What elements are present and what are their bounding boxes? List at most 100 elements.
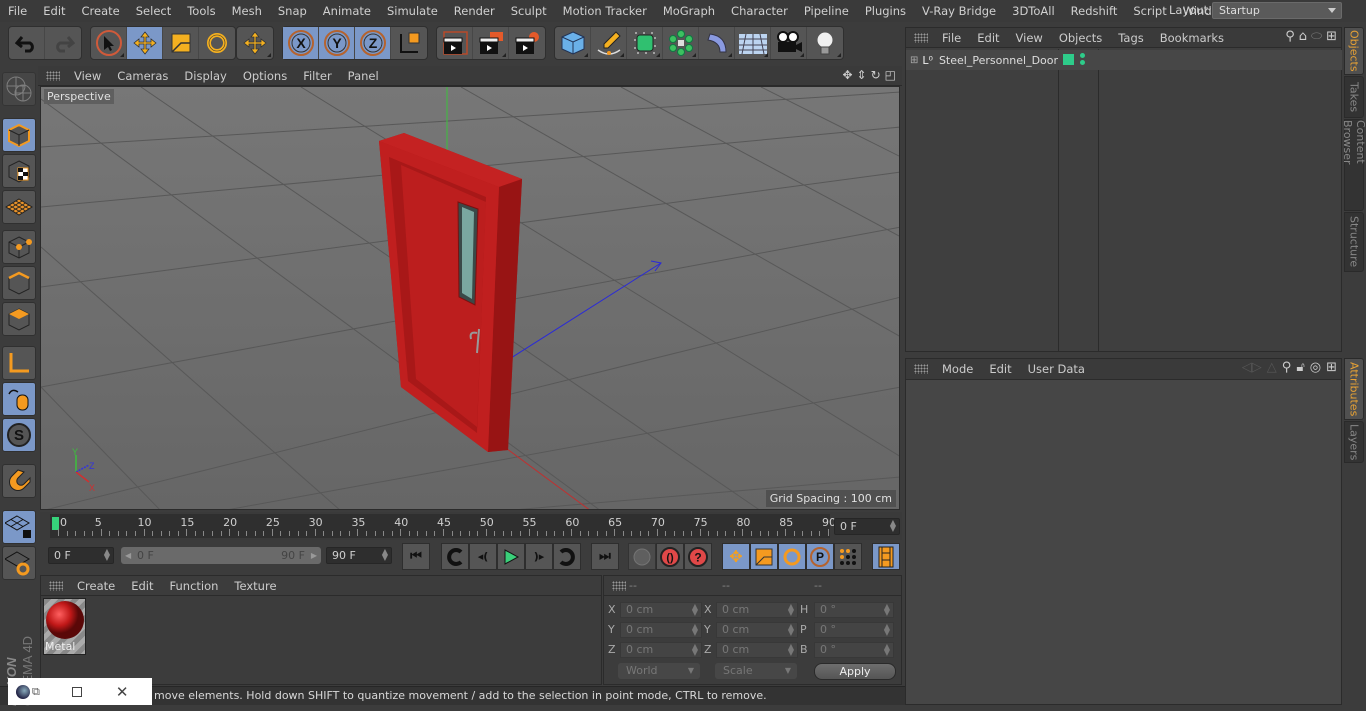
add-cube-button[interactable] (555, 27, 591, 59)
coord-field-position-z[interactable]: 0 cm ▲ ▼ (620, 642, 702, 658)
timeline-ruler[interactable]: 0 5 10 15 20 25 30 35 40 45 50 55 60 65 70 75 80 85 90 0 F… (40, 512, 902, 540)
menu-simulate[interactable]: Simulate (379, 4, 446, 18)
scale-tool-button[interactable] (163, 27, 199, 59)
coord-field-position-x[interactable]: 0 cm ▲ ▼ (620, 602, 702, 618)
menu-mograph[interactable]: MoGraph (655, 4, 723, 18)
move-tool-button[interactable] (127, 27, 163, 59)
menu-mesh[interactable]: Mesh (224, 4, 270, 18)
previous-frame-button[interactable]: ◂( (469, 543, 497, 570)
tab-takes[interactable]: Takes (1344, 76, 1364, 118)
coord-field-size-x[interactable]: 0 cm ▲ ▼ (716, 602, 798, 618)
menu-edit[interactable]: Edit (35, 4, 73, 18)
start-frame-field[interactable]: 0 F ▲ ▼ (48, 547, 114, 564)
home-icon[interactable]: ⌂ (1299, 29, 1307, 44)
apply-button[interactable]: Apply (814, 663, 896, 680)
autokeying-button[interactable]: () (656, 543, 684, 570)
object-menu-file[interactable]: File (934, 31, 969, 45)
tab-content-browser[interactable]: Content Browser (1341, 119, 1366, 211)
menu-3dtoall[interactable]: 3DToAll (1004, 4, 1063, 18)
menu-file[interactable]: File (0, 4, 35, 18)
timeline-window-button[interactable] (872, 543, 900, 570)
eye-icon[interactable]: ⬭ (1311, 29, 1322, 44)
menu-tools[interactable]: Tools (179, 4, 223, 18)
snap-button[interactable] (2, 464, 36, 498)
add-subdivision-button[interactable] (627, 27, 663, 59)
viewport-menu-cameras[interactable]: Cameras (109, 69, 176, 83)
y-axis-button[interactable]: Y (319, 27, 355, 59)
menu-motion-tracker[interactable]: Motion Tracker (555, 4, 655, 18)
menu-snap[interactable]: Snap (270, 4, 315, 18)
pan-view-icon[interactable]: ✥ (842, 68, 852, 82)
render-visibility-dot[interactable] (1080, 60, 1085, 65)
viewport-menu-view[interactable]: View (66, 69, 109, 83)
previous-key-button[interactable] (441, 543, 469, 570)
add-light-button[interactable] (807, 27, 843, 59)
go-to-end-button[interactable]: ⏭ (591, 543, 619, 570)
editor-visibility-dot[interactable] (1080, 53, 1085, 58)
coordinate-type-select[interactable]: Scale ▼ (715, 663, 797, 679)
lock-workplane-button[interactable] (2, 510, 36, 544)
restore-icon[interactable]: ⧉ (32, 685, 40, 699)
add-spline-pen-button[interactable] (591, 27, 627, 59)
add-cloner-button[interactable] (663, 27, 699, 59)
menu-script[interactable]: Script (1125, 4, 1174, 18)
viewport-perspective[interactable]: Y Z X Perspective Grid Spacing : 100 cm (40, 86, 900, 510)
layer-color-tag[interactable] (1063, 54, 1074, 65)
toggle-layout-icon[interactable]: ◰ (885, 68, 896, 82)
attribute-menu-mode[interactable]: Mode (934, 362, 981, 376)
menu-pipeline[interactable]: Pipeline (796, 4, 857, 18)
object-menu-tags[interactable]: Tags (1110, 31, 1151, 45)
range-right-arrow-icon[interactable]: ▶ (311, 547, 317, 564)
material-menu-edit[interactable]: Edit (123, 579, 161, 593)
attribute-menu-user-data[interactable]: User Data (1020, 362, 1093, 376)
axis-mode-button[interactable] (2, 346, 36, 380)
solo-button[interactable]: S (2, 418, 36, 452)
viewport-menu-options[interactable]: Options (235, 69, 295, 83)
coordinate-mode-select[interactable]: World ▼ (618, 663, 700, 679)
model-mode-button[interactable] (2, 118, 36, 152)
lock-icon[interactable]: 🔓︎ (1296, 360, 1304, 375)
tweak-mode-button[interactable] (2, 382, 36, 416)
planar-workplane-button[interactable] (2, 546, 36, 580)
expand-icon[interactable]: ⊞ (910, 55, 918, 66)
next-frame-button[interactable]: )▸ (525, 543, 553, 570)
coord-field-size-y[interactable]: 0 cm ▲ ▼ (716, 622, 798, 638)
material-menu-create[interactable]: Create (69, 579, 123, 593)
maximize-button[interactable] (71, 686, 82, 697)
tab-layers[interactable]: Layers (1344, 421, 1364, 463)
new-panel-icon[interactable]: ⊞ (1326, 29, 1337, 44)
viewport-menu-filter[interactable]: Filter (295, 69, 339, 83)
texture-mode-button[interactable] (2, 154, 36, 188)
material-item-metal[interactable]: Metal (43, 598, 86, 655)
range-left-arrow-icon[interactable]: ◀ (125, 547, 131, 564)
workplane-mode-button[interactable] (2, 190, 36, 224)
move-alt-button[interactable] (237, 27, 273, 59)
up-icon[interactable]: △ (1267, 360, 1277, 375)
menu-animate[interactable]: Animate (315, 4, 379, 18)
material-menu-texture[interactable]: Texture (226, 579, 284, 593)
add-camera-button[interactable] (771, 27, 807, 59)
coord-field-rotation-b[interactable]: 0 ° ▲ ▼ (814, 642, 894, 658)
make-editable-button[interactable] (2, 72, 36, 106)
coord-field-rotation-p[interactable]: 0 ° ▲ ▼ (814, 622, 894, 638)
redo-button[interactable] (45, 27, 81, 59)
attribute-menu-edit[interactable]: Edit (981, 362, 1019, 376)
zoom-view-icon[interactable]: ⇕ (857, 68, 867, 82)
keyframe-selection-button[interactable]: ? (684, 543, 712, 570)
layout-select[interactable]: Startup (1212, 2, 1342, 19)
target-icon[interactable]: ◎ (1310, 360, 1321, 375)
end-frame-field[interactable]: 90 F ▲ ▼ (326, 547, 392, 564)
play-button[interactable] (497, 543, 525, 570)
menu-plugins[interactable]: Plugins (857, 4, 914, 18)
menu-v-ray-bridge[interactable]: V-Ray Bridge (914, 4, 1004, 18)
object-row-steel-personnel-door[interactable]: ⊞ L⁰ Steel_Personnel_Door (906, 50, 1342, 70)
key-scale-button[interactable] (750, 543, 778, 570)
menu-create[interactable]: Create (74, 4, 128, 18)
object-menu-view[interactable]: View (1008, 31, 1051, 45)
object-menu-bookmarks[interactable]: Bookmarks (1152, 31, 1232, 45)
material-menu-function[interactable]: Function (162, 579, 227, 593)
key-position-button[interactable]: ✥ (722, 543, 750, 570)
select-tool-button[interactable] (91, 27, 127, 59)
viewport-menu-panel[interactable]: Panel (340, 69, 387, 83)
key-pla-button[interactable] (834, 543, 862, 570)
